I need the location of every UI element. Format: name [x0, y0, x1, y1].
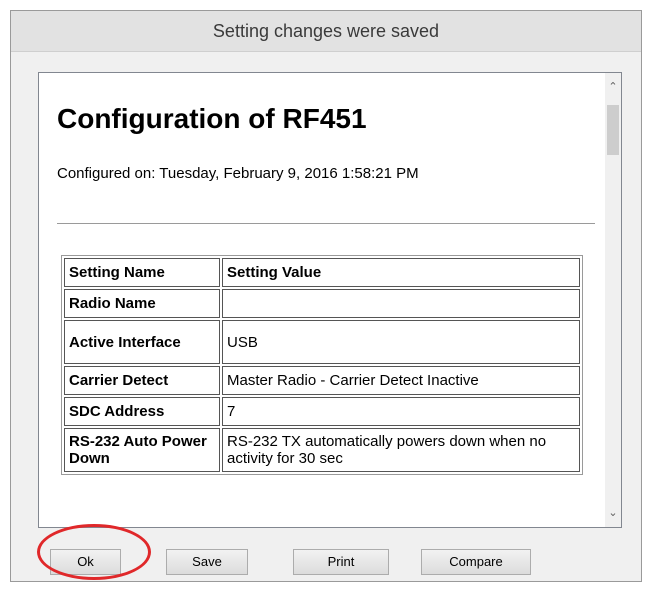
dialog-title: Setting changes were saved: [11, 11, 641, 52]
scroll-up-arrow-icon[interactable]: ⌃: [605, 79, 621, 95]
report-heading: Configuration of RF451: [57, 103, 367, 134]
scrollbar-thumb[interactable]: [607, 105, 619, 155]
table-row: Active Interface USB: [64, 320, 580, 364]
setting-value-cell: RS-232 TX automatically powers down when…: [222, 428, 580, 472]
setting-name-cell: Carrier Detect: [64, 366, 220, 395]
report-viewer[interactable]: Configuration of RF451 Configured on: Tu…: [38, 72, 622, 528]
report-document: Configuration of RF451 Configured on: Tu…: [39, 73, 605, 527]
setting-value-cell: [222, 289, 580, 318]
vertical-scrollbar[interactable]: ⌃ ⌄: [605, 73, 621, 527]
compare-button[interactable]: Compare: [421, 549, 531, 575]
setting-name-cell: SDC Address: [64, 397, 220, 426]
header-setting-value: Setting Value: [222, 258, 580, 287]
table-row: Carrier Detect Master Radio - Carrier De…: [64, 366, 580, 395]
table-row: Radio Name: [64, 289, 580, 318]
setting-value-cell: 7: [222, 397, 580, 426]
header-setting-name: Setting Name: [64, 258, 220, 287]
setting-name-cell: Active Interface: [64, 320, 220, 364]
setting-name-cell: RS-232 Auto Power Down: [64, 428, 220, 472]
highlight-circle-annotation: [37, 524, 151, 580]
table-row: SDC Address 7: [64, 397, 580, 426]
table-header-row: Setting Name Setting Value: [64, 258, 580, 287]
settings-table: Setting Name Setting Value Radio Name Ac…: [61, 255, 583, 475]
setting-name-cell: Radio Name: [64, 289, 220, 318]
table-row: RS-232 Auto Power Down RS-232 TX automat…: [64, 428, 580, 472]
scroll-down-arrow-icon[interactable]: ⌄: [605, 505, 621, 521]
horizontal-rule: [57, 223, 595, 224]
setting-value-cell: Master Radio - Carrier Detect Inactive: [222, 366, 580, 395]
print-button[interactable]: Print: [293, 549, 389, 575]
configured-on-text: Configured on: Tuesday, February 9, 2016…: [57, 165, 419, 182]
setting-value-cell: USB: [222, 320, 580, 364]
save-button[interactable]: Save: [166, 549, 248, 575]
dialog-window: Setting changes were saved Configuration…: [10, 10, 642, 582]
